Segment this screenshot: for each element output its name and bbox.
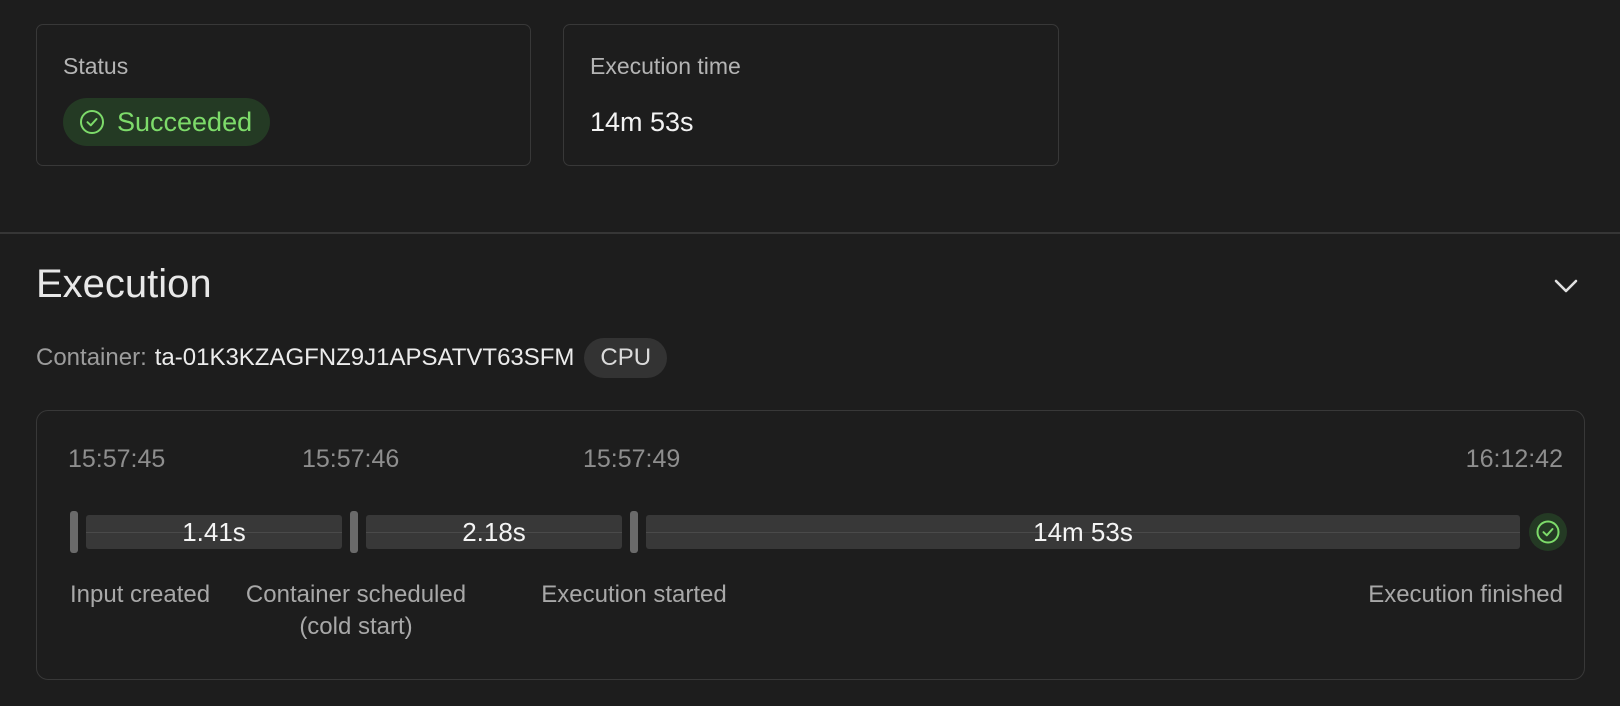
timestamp-container-scheduled: 15:57:46 [302, 445, 400, 473]
execution-time-card: Execution time 14m 53s [563, 24, 1059, 166]
container-id: ta-01K3KZAGFNZ9J1APSATVT63SFM [154, 344, 575, 371]
event-container-scheduled-line2: (cold start) [299, 613, 413, 640]
container-info: Container: ta-01K3KZAGFNZ9J1APSATVT63SFM… [36, 338, 668, 378]
page: Status Succeeded Execution time 14m 53s … [0, 0, 1620, 706]
event-execution-started: Execution started [541, 581, 727, 608]
duration-label-3: 14m 53s [1033, 516, 1133, 547]
timeline-marker-container-scheduled [350, 511, 358, 553]
timestamp-execution-started: 15:57:49 [583, 445, 681, 473]
section-title: Execution [36, 262, 212, 306]
event-execution-finished: Execution finished [1368, 581, 1563, 608]
event-container-scheduled: Container scheduled (cold start) [236, 579, 476, 643]
status-label: Status [63, 53, 129, 79]
duration-segment-1: 1.41s [86, 515, 342, 549]
execution-timeline: 15:57:45 15:57:46 15:57:49 16:12:42 1.41… [36, 410, 1585, 680]
execution-time-value: 14m 53s [590, 107, 694, 137]
execution-finished-check-icon [1529, 513, 1567, 551]
timestamp-input-created: 15:57:45 [68, 445, 166, 473]
timestamp-execution-finished: 16:12:42 [1465, 445, 1563, 473]
cpu-chip: CPU [584, 338, 668, 378]
duration-label-1: 1.41s [182, 516, 246, 547]
collapse-chevron-down-icon[interactable] [1548, 272, 1584, 300]
duration-label-2: 2.18s [462, 516, 526, 547]
execution-time-label: Execution time [590, 53, 741, 79]
event-container-scheduled-line1: Container scheduled [245, 581, 467, 608]
duration-segment-2: 2.18s [366, 515, 622, 549]
container-label: Container: [36, 344, 147, 371]
check-circle-icon [79, 109, 105, 135]
timeline-marker-execution-started [630, 511, 638, 553]
duration-segment-3: 14m 53s [646, 515, 1520, 549]
status-badge-text: Succeeded [117, 106, 253, 137]
timeline-marker-input-created [70, 511, 78, 553]
section-divider [0, 232, 1620, 234]
event-input-created: Input created [70, 581, 211, 608]
status-badge: Succeeded [63, 98, 271, 146]
status-card: Status Succeeded [36, 24, 531, 166]
